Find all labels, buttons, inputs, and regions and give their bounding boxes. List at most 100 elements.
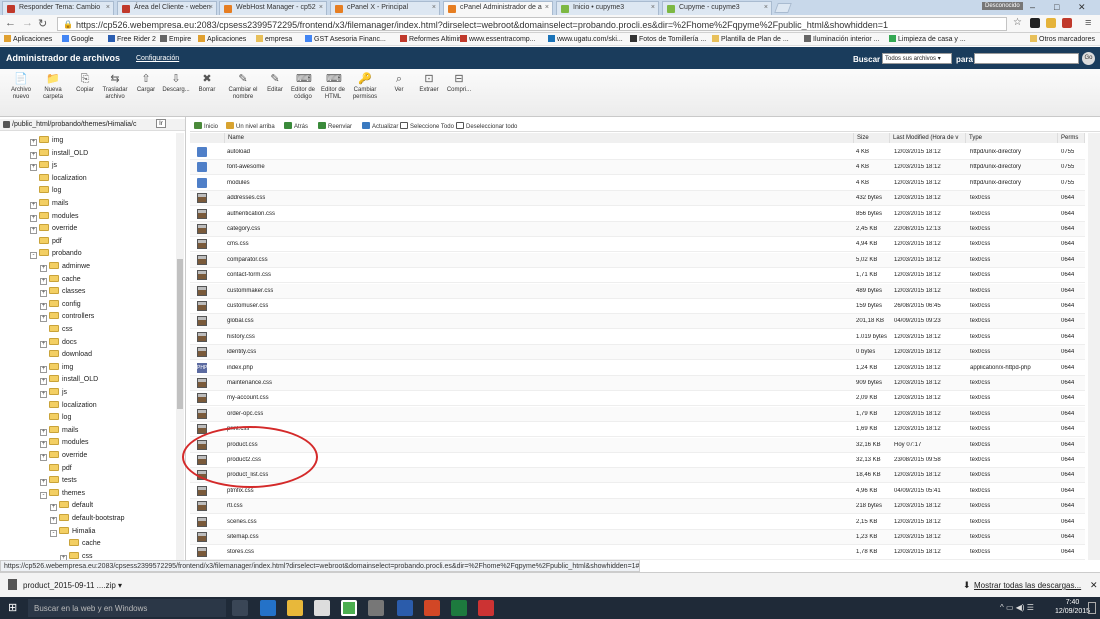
- close-tab-icon[interactable]: ×: [764, 4, 768, 11]
- tree-item[interactable]: pdf: [30, 236, 62, 245]
- expand-icon[interactable]: +: [40, 277, 47, 285]
- expand-icon[interactable]: +: [40, 479, 47, 487]
- tree-item[interactable]: css: [40, 325, 73, 333]
- tree-item[interactable]: - Himalia: [50, 526, 95, 537]
- maximize-icon[interactable]: □: [1054, 2, 1059, 12]
- bookmark-item[interactable]: Aplicaciones: [4, 35, 52, 43]
- deselect-all-button[interactable]: Deseleccionar todo: [456, 122, 517, 130]
- expand-icon[interactable]: +: [30, 214, 37, 222]
- upload-button[interactable]: ⇧ Cargar: [131, 73, 161, 94]
- expand-icon[interactable]: +: [40, 428, 47, 436]
- expand-icon[interactable]: +: [40, 340, 47, 348]
- browser-tab[interactable]: Área del Cliente - weben ×: [117, 1, 217, 15]
- tree-item[interactable]: + default-bootstrap: [50, 514, 125, 524]
- file-row[interactable]: product.css 32,16 KB Hoy 07:17 text/css 0644: [190, 437, 1085, 453]
- tree-item[interactable]: + css: [60, 551, 93, 560]
- tree-item[interactable]: + install_OLD: [30, 148, 88, 159]
- tree-item[interactable]: log: [30, 186, 61, 194]
- taskbar-clock[interactable]: 7:40 12/09/2015: [1055, 598, 1090, 616]
- bookmark-item[interactable]: empresa: [256, 35, 292, 43]
- bookmark-item[interactable]: Free Rider 2: [108, 35, 156, 43]
- expand-icon[interactable]: +: [30, 164, 37, 172]
- forward-icon[interactable]: →: [22, 17, 33, 29]
- file-row[interactable]: ptmfix.css 4,96 KB 04/09/2015 05:41 text/cs…: [190, 484, 1085, 499]
- store-icon[interactable]: [314, 600, 330, 616]
- browser-tab[interactable]: cPanel X - Principal ×: [330, 1, 440, 15]
- file-row[interactable]: history.css 1.019 bytes 12/03/2015 18:12 te…: [190, 330, 1085, 345]
- close-tab-icon[interactable]: ×: [651, 4, 655, 11]
- expand-icon[interactable]: +: [40, 365, 47, 373]
- tree-item[interactable]: + docs: [40, 337, 77, 348]
- compress-button[interactable]: ⊟ Compri...: [444, 73, 474, 94]
- powerpoint-icon[interactable]: [424, 600, 440, 616]
- download-item[interactable]: product_2015-09-11 ....zip ▾: [8, 579, 122, 590]
- tree-item[interactable]: + modules: [30, 211, 78, 222]
- file-row[interactable]: order-opc.css 1,79 KB 12/03/2015 18:12 text…: [190, 406, 1085, 422]
- column-header[interactable]: Name: [225, 133, 854, 143]
- file-row[interactable]: my-account.css 2,09 KB 12/03/2015 18:12 tex…: [190, 391, 1085, 407]
- browser-tab[interactable]: Cupyme - cupyme3 ×: [662, 1, 772, 15]
- bookmark-item[interactable]: Google: [62, 35, 94, 43]
- file-row[interactable]: addresses.css 432 bytes 12/03/2015 18:12 te…: [190, 191, 1085, 207]
- chrome-icon[interactable]: [341, 600, 357, 616]
- bookmark-item[interactable]: Reformes Altimira: [400, 35, 464, 43]
- file-row[interactable]: customuser.css 159 bytes 26/08/2015 06:45 t…: [190, 299, 1085, 314]
- new-file-button[interactable]: 📄 Archivo nuevo: [6, 73, 36, 101]
- file-row[interactable]: maintenance.css 909 bytes 12/03/2015 18:12…: [190, 376, 1085, 391]
- file-row[interactable]: product2.css 32,13 KB 23/08/2015 09:58 text…: [190, 453, 1085, 468]
- column-header[interactable]: Size: [854, 133, 890, 143]
- search-scope-select[interactable]: Todos sus archivos ▾: [882, 53, 952, 64]
- file-row[interactable]: custommaker.css 489 bytes 12/03/2015 18:12…: [190, 283, 1085, 299]
- expand-icon[interactable]: +: [40, 391, 47, 398]
- file-row[interactable]: product_list.css 18,46 KB 12/03/2015 18:12…: [190, 468, 1085, 484]
- file-row[interactable]: modules 4 KB 12/03/2015 18:12 httpd/unix-di…: [190, 176, 1085, 191]
- tree-item[interactable]: + modules: [40, 438, 88, 449]
- windows-start-icon[interactable]: ⊞: [8, 602, 20, 614]
- tree-item[interactable]: + install_OLD: [40, 375, 98, 386]
- search-input[interactable]: [974, 53, 1079, 64]
- view-button[interactable]: ⌕ Ver: [384, 73, 414, 94]
- back-icon[interactable]: ←: [5, 17, 16, 29]
- browser-tab[interactable]: WebHost Manager - cp52 ×: [219, 1, 327, 15]
- expand-icon[interactable]: +: [50, 504, 57, 512]
- file-row[interactable]: identity.css 0 bytes 12/03/2015 18:12 text/…: [190, 345, 1085, 361]
- tree-item[interactable]: - probando: [30, 249, 82, 260]
- tree-item[interactable]: + default: [50, 501, 93, 512]
- expand-icon[interactable]: +: [30, 227, 37, 235]
- chevron-down-icon[interactable]: ▾: [118, 581, 122, 590]
- tree-item[interactable]: log: [40, 413, 71, 421]
- copy-button[interactable]: ⎘ Copiar: [70, 73, 100, 94]
- expand-icon[interactable]: -: [30, 252, 37, 260]
- tree-item[interactable]: + classes: [40, 287, 85, 298]
- bookmark-item[interactable]: Limpieza de casa y ...: [889, 35, 966, 43]
- close-tab-icon[interactable]: ×: [432, 4, 436, 11]
- file-row[interactable]: font-awesome 4 KB 12/03/2015 18:12 httpd/un…: [190, 160, 1085, 176]
- system-tray[interactable]: ^ ▭ ◀) ☰: [1000, 603, 1034, 612]
- taskbar-search-input[interactable]: Buscar en la web y en Windows: [28, 599, 226, 617]
- tree-item[interactable]: - themes: [40, 488, 85, 499]
- column-header[interactable]: Type: [966, 133, 1058, 143]
- close-icon[interactable]: ✕: [1090, 580, 1098, 591]
- download-button[interactable]: ⇩ Descarg...: [161, 73, 191, 94]
- forward-button[interactable]: Reenviar: [318, 122, 352, 130]
- file-table-scrollbar[interactable]: [1088, 133, 1100, 560]
- bookmark-item[interactable]: Aplicaciones: [198, 35, 246, 43]
- edit-button[interactable]: ✎ Editar: [260, 73, 290, 94]
- tree-scroll-thumb[interactable]: [177, 259, 183, 409]
- app-icon[interactable]: [478, 600, 494, 616]
- file-row[interactable]: global.css 201,18 KB 04/09/2015 09:23 text/…: [190, 314, 1085, 330]
- expand-icon[interactable]: -: [40, 491, 47, 499]
- select-all-button[interactable]: Seleccione Todo: [400, 122, 454, 130]
- tree-item[interactable]: + mails: [40, 425, 78, 436]
- file-row[interactable]: authentication.css 856 bytes 12/03/2015 18…: [190, 207, 1085, 222]
- html-editor-button[interactable]: ⌨ Editor de HTML: [318, 73, 348, 101]
- extract-button[interactable]: ⊡ Extraer: [414, 73, 444, 94]
- expand-icon[interactable]: +: [30, 202, 37, 209]
- close-window-icon[interactable]: ✕: [1078, 2, 1086, 13]
- expand-icon[interactable]: -: [50, 529, 57, 537]
- new-tab-button[interactable]: [774, 3, 792, 13]
- file-row[interactable]: contact-form.css 1,71 KB 12/03/2015 18:12 t…: [190, 268, 1085, 284]
- file-row[interactable]: category.css 2,45 KB 22/08/2015 12:13 text/…: [190, 222, 1085, 237]
- tree-item[interactable]: localization: [40, 400, 97, 409]
- file-row[interactable]: autoload 4 KB 12/03/2015 18:12 httpd/unix-d…: [190, 145, 1085, 160]
